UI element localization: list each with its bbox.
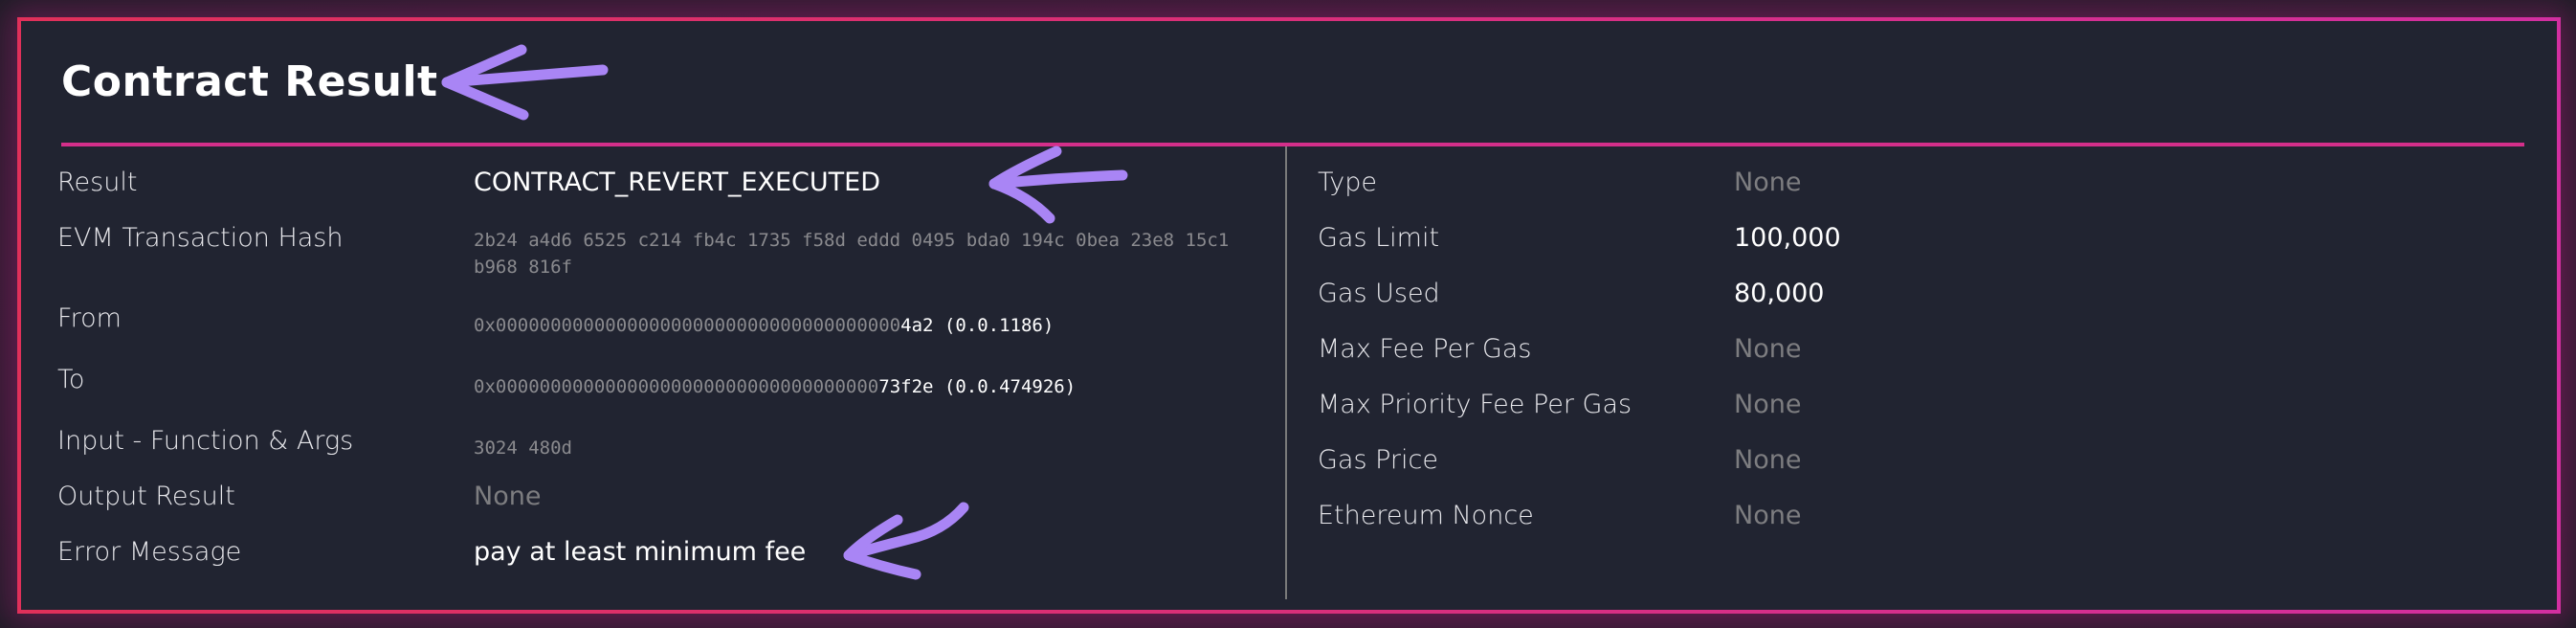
gas-price-value: None [1734,445,1802,475]
field-label: EVM Transaction Hash [57,223,344,253]
field-label: Input - Function & Args [57,426,354,456]
gas-limit-value: 100,000 [1734,223,1841,253]
title-divider [61,143,2524,146]
field-label: Error Message [57,537,242,567]
section-title: Contract Result [61,57,438,106]
field-label: Gas Used [1318,279,1440,308]
field-label: To [57,365,85,394]
field-label: Output Result [57,482,235,511]
field-label: Ethereum Nonce [1318,501,1534,530]
type-value: None [1734,168,1802,197]
evm-hash-value[interactable]: 2b24 a4d6 6525 c214 fb4c 1735 f58d eddd … [474,227,1239,280]
to-address-prefix: 0x00000000000000000000000000000000000 [474,376,879,397]
max-priority-fee-value: None [1734,390,1802,419]
from-account-id: (0.0.1186) [944,315,1055,336]
result-value: CONTRACT_REVERT_EXECUTED [474,168,881,197]
ethereum-nonce-value: None [1734,501,1802,530]
field-label: Gas Limit [1318,223,1440,253]
max-fee-per-gas-value: None [1734,334,1802,364]
gas-used-value: 80,000 [1734,279,1825,308]
output-result-value: None [474,482,542,511]
error-message-value: pay at least minimum fee [474,537,807,567]
from-address-link[interactable]: 0x00000000000000000000000000000000000004… [474,312,1335,339]
field-label: Type [1318,168,1378,197]
contract-result-panel: Contract Result Result CONTRACT_REVERT_E… [17,17,2561,614]
field-label: Max Fee Per Gas [1318,334,1532,364]
field-label: From [57,303,122,333]
field-label: Result [57,168,138,197]
to-account-id: (0.0.474926) [944,376,1077,397]
input-args-value: 3024 480d [474,437,572,459]
field-label: Max Priority Fee Per Gas [1318,390,1632,419]
to-address-highlight: 73f2e [878,376,934,397]
field-label: Gas Price [1318,445,1438,475]
from-address-prefix: 0x0000000000000000000000000000000000000 [474,315,901,336]
from-address-highlight: 4a2 [900,315,934,336]
to-address-link[interactable]: 0x0000000000000000000000000000000000073f… [474,373,1335,400]
